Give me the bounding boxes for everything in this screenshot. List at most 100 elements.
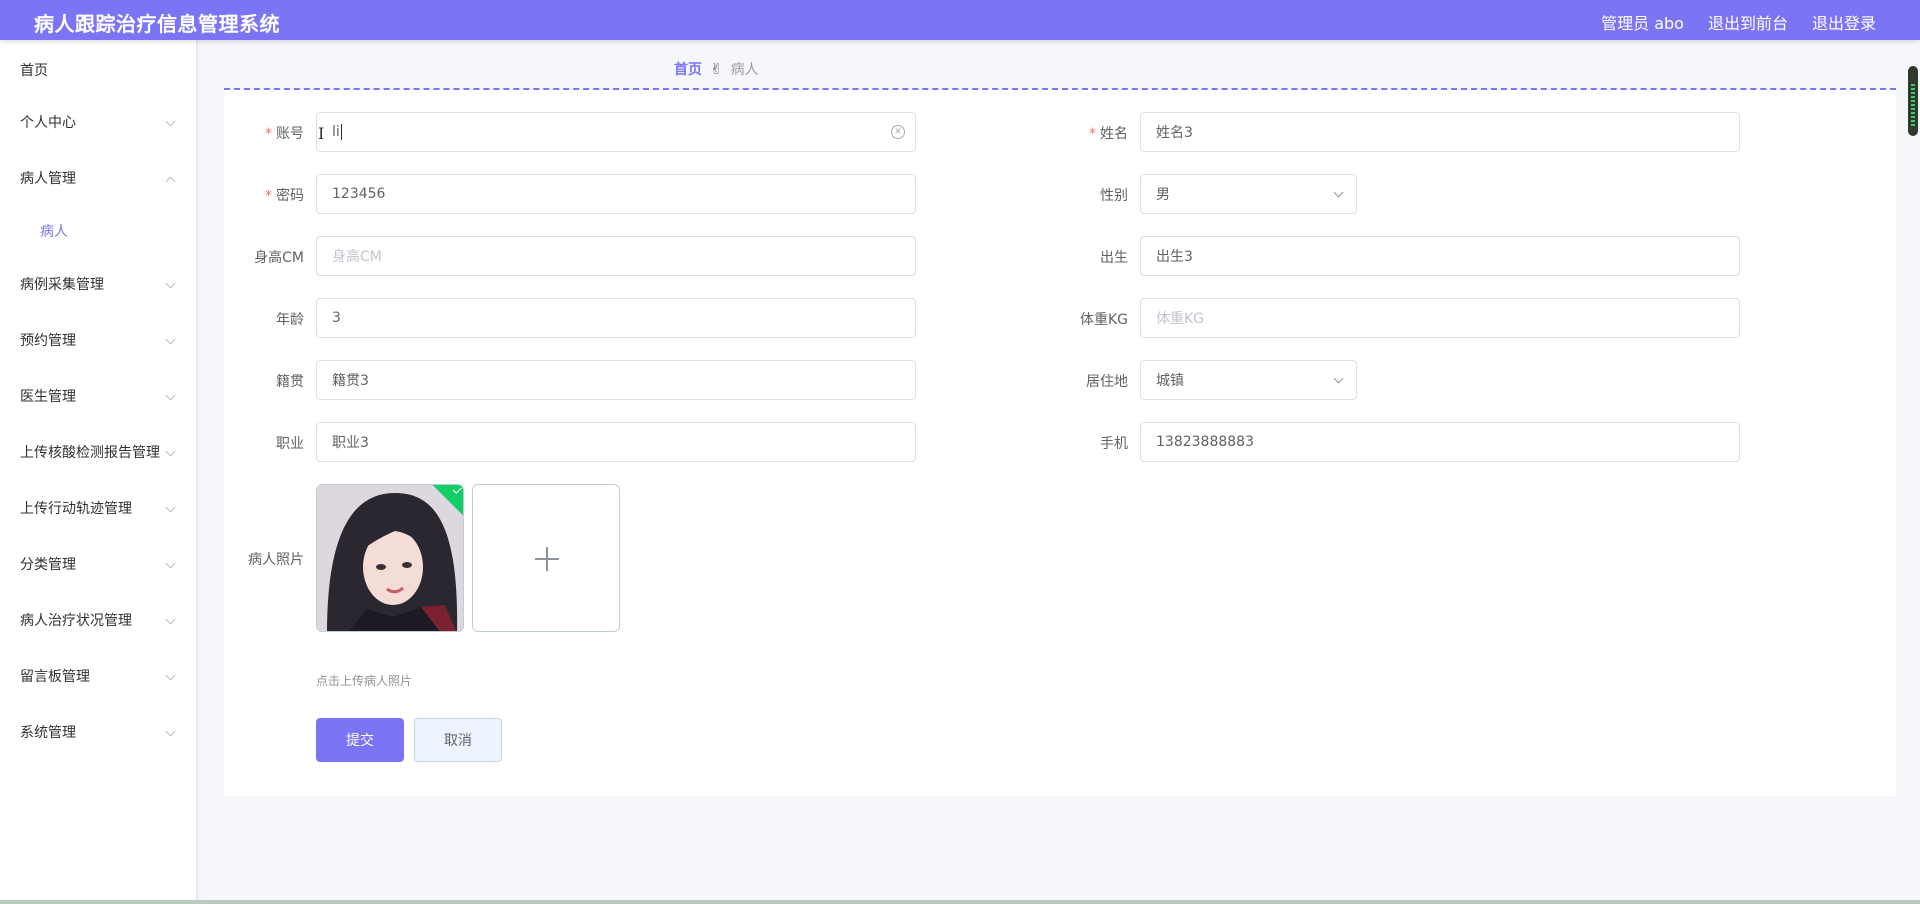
residence-value: 城镇: [1156, 373, 1184, 389]
sidebar-item-nucleic-report[interactable]: 上传核酸检测报告管理: [0, 424, 196, 480]
sidebar-item-personal-center[interactable]: 个人中心: [0, 94, 196, 150]
sidebar-item-label: 上传核酸检测报告管理: [20, 445, 160, 461]
sidebar-item-label: 医生管理: [20, 389, 76, 405]
birth-label: 出生: [1100, 250, 1128, 266]
sidebar-item-label: 个人中心: [20, 115, 76, 131]
sidebar-item-label: 上传行动轨迹管理: [20, 501, 132, 517]
sidebar-item-doctor[interactable]: 医生管理: [0, 368, 196, 424]
page-scrollbar[interactable]: [1908, 66, 1918, 136]
chevron-down-icon: [165, 670, 176, 681]
chevron-up-icon: [165, 176, 176, 187]
breadcrumb-current: 病人: [730, 62, 759, 78]
victory-hand-icon: ✌: [710, 60, 723, 78]
height-input[interactable]: 身高CM: [316, 236, 916, 276]
cancel-button[interactable]: 取消: [414, 718, 502, 762]
chevron-down-icon: [165, 278, 176, 289]
chevron-down-icon: [165, 558, 176, 569]
name-label: * 姓名: [1089, 126, 1128, 142]
phone-value: 13823888883: [1156, 434, 1254, 450]
sidebar-item-category[interactable]: 分类管理: [0, 536, 196, 592]
sidebar-item-case-collection[interactable]: 病例采集管理: [0, 256, 196, 312]
phone-label: 手机: [1100, 436, 1128, 452]
chevron-down-icon: [165, 334, 176, 345]
chevron-down-icon: [165, 390, 176, 401]
top-right-links: 管理员 abo 退出到前台 退出登录: [1601, 10, 1876, 34]
sidebar-item-appointment[interactable]: 预约管理: [0, 312, 196, 368]
photo-upload-button[interactable]: [472, 484, 620, 632]
sidebar-item-track[interactable]: 上传行动轨迹管理: [0, 480, 196, 536]
account-input[interactable]: li ✕: [316, 112, 916, 152]
password-input[interactable]: 123456: [316, 174, 916, 214]
residence-select[interactable]: 城镇: [1140, 360, 1357, 400]
patient-photo-thumbnail[interactable]: [316, 484, 464, 632]
hometown-label: 籍贯: [276, 374, 304, 390]
job-input[interactable]: 职业3: [316, 422, 916, 462]
window-bottom-edge: [0, 900, 1920, 904]
chevron-down-icon: [165, 446, 176, 457]
sidebar-subitem-patient[interactable]: 病人: [0, 206, 196, 256]
photo-label: 病人照片: [248, 552, 304, 568]
hometown-input[interactable]: 籍贯3: [316, 360, 916, 400]
chevron-down-icon: [1333, 187, 1344, 198]
sidebar-item-label: 系统管理: [20, 725, 76, 741]
sidebar-item-label: 病例采集管理: [20, 277, 104, 293]
submit-button[interactable]: 提交: [316, 718, 404, 762]
gender-value: 男: [1156, 187, 1170, 203]
sidebar-item-label: 预约管理: [20, 333, 76, 349]
text-caret: [340, 124, 342, 140]
job-value: 职业3: [332, 435, 369, 451]
sidebar: 首页 个人中心 病人管理 病人 病例采集管理 预约管理 医生管理 上传核酸检测报…: [0, 40, 197, 904]
chevron-down-icon: [165, 614, 176, 625]
sidebar-item-label: 病人治疗状况管理: [20, 613, 132, 629]
admin-user-label: 管理员 abo: [1601, 14, 1684, 33]
age-input[interactable]: 3: [316, 298, 916, 338]
account-label: * 账号: [265, 126, 304, 142]
text-cursor-icon: I: [318, 124, 325, 143]
sidebar-item-label: 留言板管理: [20, 669, 90, 685]
chevron-down-icon: [165, 116, 176, 127]
hometown-value: 籍贯3: [332, 373, 369, 389]
required-mark: *: [265, 188, 272, 204]
sidebar-item-treatment-status[interactable]: 病人治疗状况管理: [0, 592, 196, 648]
sidebar-item-label: 病人管理: [20, 171, 76, 187]
logout-link[interactable]: 退出登录: [1812, 10, 1876, 34]
patient-photo-image: [317, 485, 463, 631]
sidebar-item-message-board[interactable]: 留言板管理: [0, 648, 196, 704]
weight-input[interactable]: 体重KG: [1140, 298, 1740, 338]
name-value: 姓名3: [1156, 125, 1193, 141]
height-label: 身高CM: [254, 250, 304, 266]
chevron-down-icon: [165, 726, 176, 737]
name-input[interactable]: 姓名3: [1140, 112, 1740, 152]
birth-input[interactable]: 出生3: [1140, 236, 1740, 276]
upload-tip: 点击上传病人照片: [316, 674, 413, 688]
required-mark: *: [1089, 126, 1096, 142]
gender-select[interactable]: 男: [1140, 174, 1357, 214]
back-to-front-link[interactable]: 退出到前台: [1708, 10, 1788, 34]
top-bar: 病人跟踪治疗信息管理系统 管理员 abo 退出到前台 退出登录: [0, 0, 1920, 40]
sidebar-item-system[interactable]: 系统管理: [0, 704, 196, 760]
required-mark: *: [265, 126, 272, 142]
phone-input[interactable]: 13823888883: [1140, 422, 1740, 462]
password-value: 123456: [332, 186, 386, 202]
sidebar-item-label: 分类管理: [20, 557, 76, 573]
gender-label: 性别: [1100, 188, 1128, 204]
weight-label: 体重KG: [1079, 312, 1128, 328]
plus-icon: [535, 547, 559, 571]
age-value: 3: [332, 310, 341, 326]
sidebar-item-home[interactable]: 首页: [0, 40, 196, 94]
chevron-down-icon: [165, 502, 176, 513]
weight-placeholder: 体重KG: [1156, 311, 1205, 327]
clear-icon[interactable]: ✕: [891, 125, 905, 139]
check-icon: [452, 485, 462, 494]
app-title: 病人跟踪治疗信息管理系统: [34, 12, 280, 36]
birth-value: 出生3: [1156, 249, 1193, 265]
age-label: 年龄: [276, 312, 304, 328]
breadcrumb-home[interactable]: 首页: [674, 59, 702, 79]
residence-label: 居住地: [1086, 374, 1128, 390]
breadcrumb: 首页 ✌ 病人: [674, 59, 759, 79]
height-placeholder: 身高CM: [332, 249, 382, 265]
account-value: li: [332, 124, 340, 140]
sidebar-item-label: 首页: [20, 63, 48, 79]
sidebar-item-patient-management[interactable]: 病人管理: [0, 150, 196, 206]
password-label: * 密码: [265, 188, 304, 204]
